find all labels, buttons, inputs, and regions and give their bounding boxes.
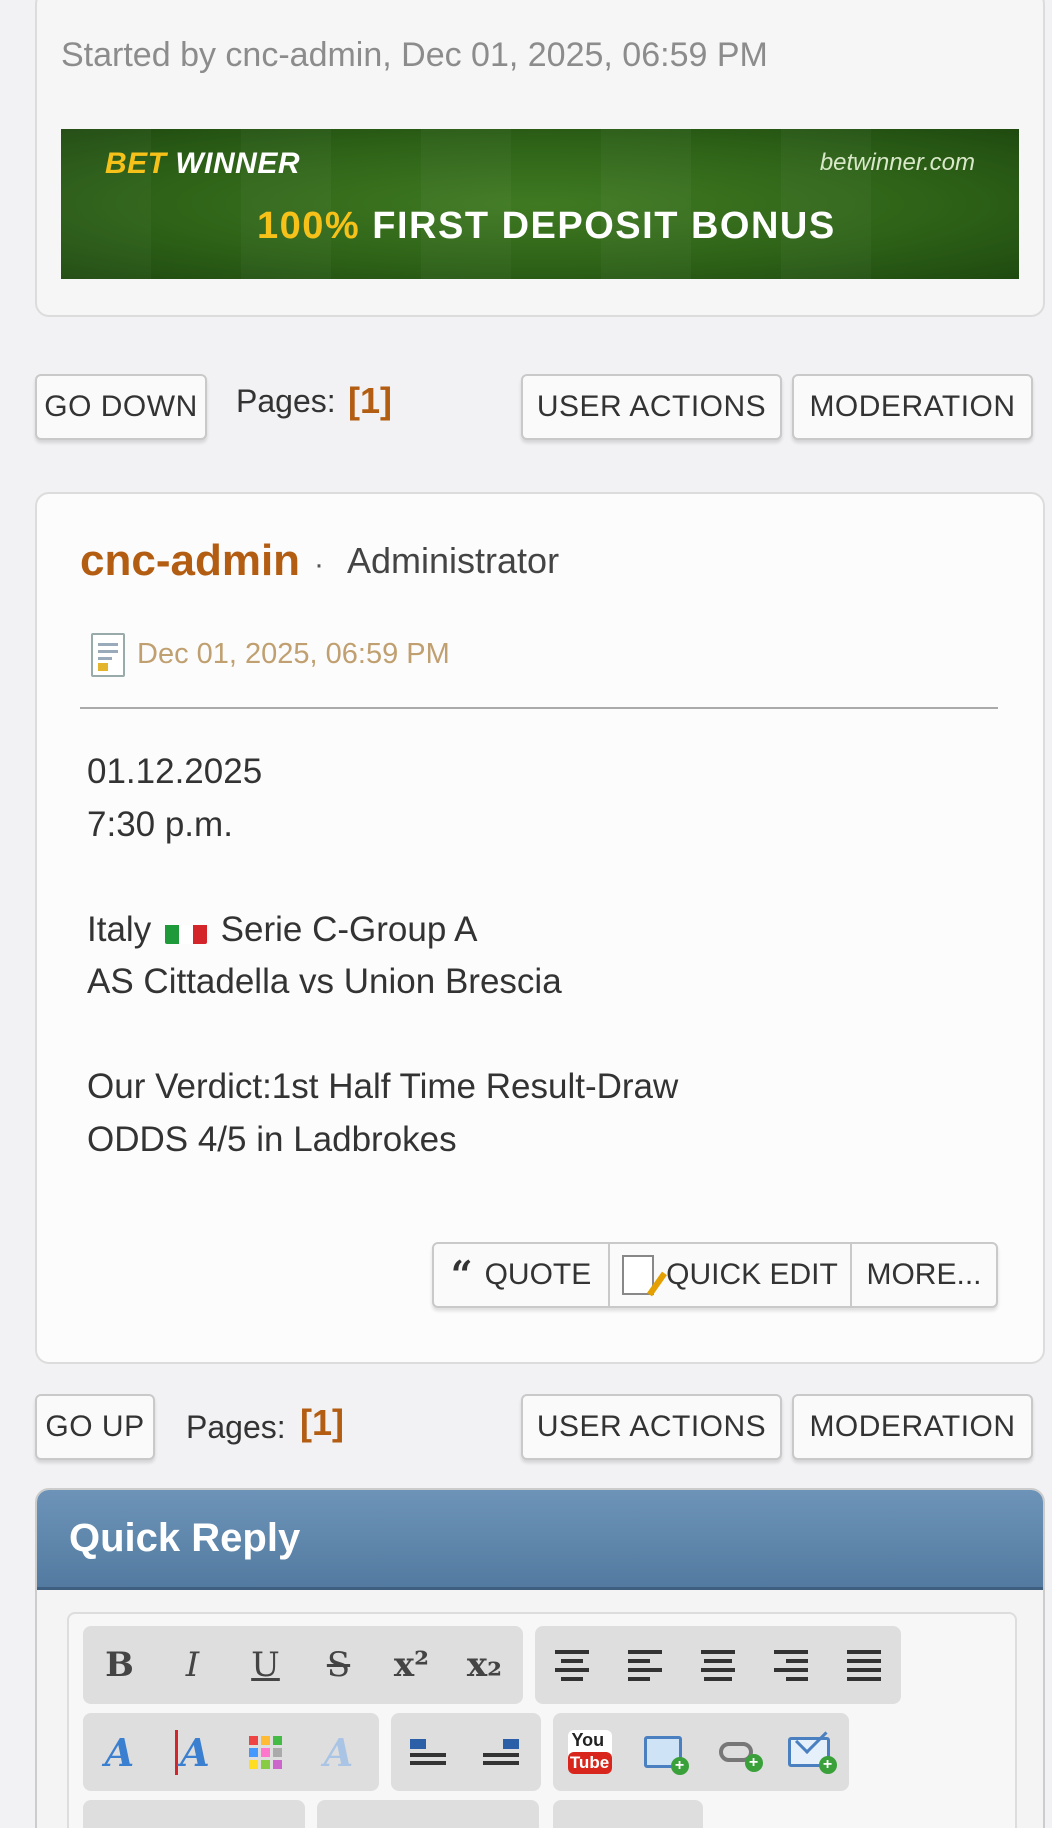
- banner-headline: 100% FIRST DEPOSIT BONUS: [257, 205, 836, 247]
- row3-group-3: [553, 1800, 703, 1828]
- row3-group-1: [83, 1800, 305, 1828]
- float-right-icon[interactable]: [464, 1713, 537, 1791]
- post-line: ODDS 4/5 in Ladbrokes: [87, 1119, 457, 1159]
- document-icon: [91, 633, 125, 677]
- subscript-button[interactable]: x₂: [448, 1626, 521, 1704]
- italy-flag-icon: [164, 916, 207, 944]
- poster-separator: ·: [314, 548, 324, 581]
- banner-stripe: [421, 129, 511, 279]
- post-line: [87, 851, 678, 904]
- insert-group: You Tube + + +: [553, 1713, 849, 1791]
- quick-edit-label: QUICK EDIT: [666, 1258, 838, 1291]
- more-button[interactable]: MORE...: [852, 1244, 996, 1306]
- moderation-button[interactable]: MODERATION: [792, 374, 1033, 440]
- user-actions-button[interactable]: USER ACTIONS: [521, 374, 782, 440]
- poster-name[interactable]: cnc-admin: [80, 536, 300, 586]
- quick-reply-title: Quick Reply: [69, 1516, 301, 1560]
- font-color-icon[interactable]: [229, 1713, 302, 1791]
- row3-group-2: [317, 1800, 539, 1828]
- more-label: MORE...: [866, 1258, 982, 1291]
- bold-button[interactable]: B: [83, 1626, 156, 1704]
- pages-label: Pages:: [236, 383, 336, 419]
- float-group: [391, 1713, 541, 1791]
- quote-icon: “: [450, 1252, 473, 1297]
- post-line-league: Serie C-Group A: [220, 909, 478, 949]
- post-divider: [80, 707, 998, 709]
- font-group: A A A: [83, 1713, 379, 1791]
- betwinner-banner[interactable]: BET WINNER betwinner.com 100% FIRST DEPO…: [61, 129, 1019, 279]
- quote-label: QUOTE: [484, 1258, 592, 1291]
- float-left-icon[interactable]: [391, 1713, 464, 1791]
- page-link-1[interactable]: [1]: [348, 380, 392, 422]
- banner-stripe: [601, 129, 691, 279]
- font-size-icon[interactable]: A: [156, 1713, 229, 1791]
- user-actions-button[interactable]: USER ACTIONS: [521, 1394, 782, 1460]
- quick-reply-panel: Quick Reply B I U S x² x₂ A A A You Tube…: [35, 1488, 1045, 1828]
- quick-reply-header: Quick Reply: [37, 1490, 1043, 1590]
- format-group: B I U S x² x₂: [83, 1626, 523, 1704]
- post-timestamp[interactable]: Dec 01, 2025, 06:59 PM: [137, 638, 450, 671]
- youtube-icon[interactable]: You Tube: [553, 1713, 626, 1791]
- post-body: 01.12.2025 7:30 p.m. Italy Serie C-Group…: [87, 746, 678, 1166]
- italic-button[interactable]: I: [156, 1626, 229, 1704]
- banner-site: betwinner.com: [819, 149, 975, 176]
- strikethrough-button[interactable]: S: [302, 1626, 375, 1704]
- image-icon[interactable]: +: [626, 1713, 699, 1791]
- post-line: Italy Serie C-Group A: [87, 904, 678, 957]
- font-face-icon[interactable]: A: [83, 1713, 156, 1791]
- align-justify-center-icon[interactable]: [681, 1626, 754, 1704]
- page-link-1[interactable]: [1]: [300, 1402, 344, 1444]
- post-line: AS Cittadella vs Union Brescia: [87, 962, 562, 1001]
- quick-edit-button[interactable]: QUICK EDIT: [610, 1244, 852, 1306]
- editor-toolbar-box: B I U S x² x₂ A A A You Tube + + +: [67, 1612, 1017, 1828]
- topic-started-by: Started by cnc-admin, Dec 01, 2025, 06:5…: [61, 36, 768, 74]
- post-line: Our Verdict:1st Half Time Result-Draw: [87, 1067, 679, 1106]
- align-group: [535, 1626, 901, 1704]
- email-icon[interactable]: +: [772, 1713, 845, 1791]
- poster-role: Administrator: [347, 540, 560, 581]
- go-down-button[interactable]: GO DOWN: [35, 374, 207, 440]
- post-line: 01.12.2025: [87, 752, 263, 791]
- go-up-button[interactable]: GO UP: [35, 1394, 155, 1460]
- moderation-button[interactable]: MODERATION: [792, 1394, 1033, 1460]
- remove-format-icon[interactable]: A: [302, 1713, 375, 1791]
- underline-button[interactable]: U: [229, 1626, 302, 1704]
- post-line-country: Italy: [87, 909, 152, 949]
- link-icon[interactable]: +: [699, 1713, 772, 1791]
- edit-icon: [622, 1255, 655, 1295]
- post-line: [87, 1009, 678, 1062]
- align-left-icon[interactable]: [608, 1626, 681, 1704]
- post-line: 7:30 p.m.: [87, 804, 233, 844]
- superscript-button[interactable]: x²: [375, 1626, 448, 1704]
- post-actions: “ QUOTE QUICK EDIT MORE...: [432, 1242, 998, 1308]
- align-center-icon[interactable]: [535, 1626, 608, 1704]
- quote-button[interactable]: “ QUOTE: [434, 1244, 610, 1306]
- pages-label: Pages:: [186, 1409, 286, 1445]
- banner-logo: BET WINNER: [105, 147, 300, 180]
- justify-icon[interactable]: [827, 1626, 900, 1704]
- align-right-icon[interactable]: [754, 1626, 827, 1704]
